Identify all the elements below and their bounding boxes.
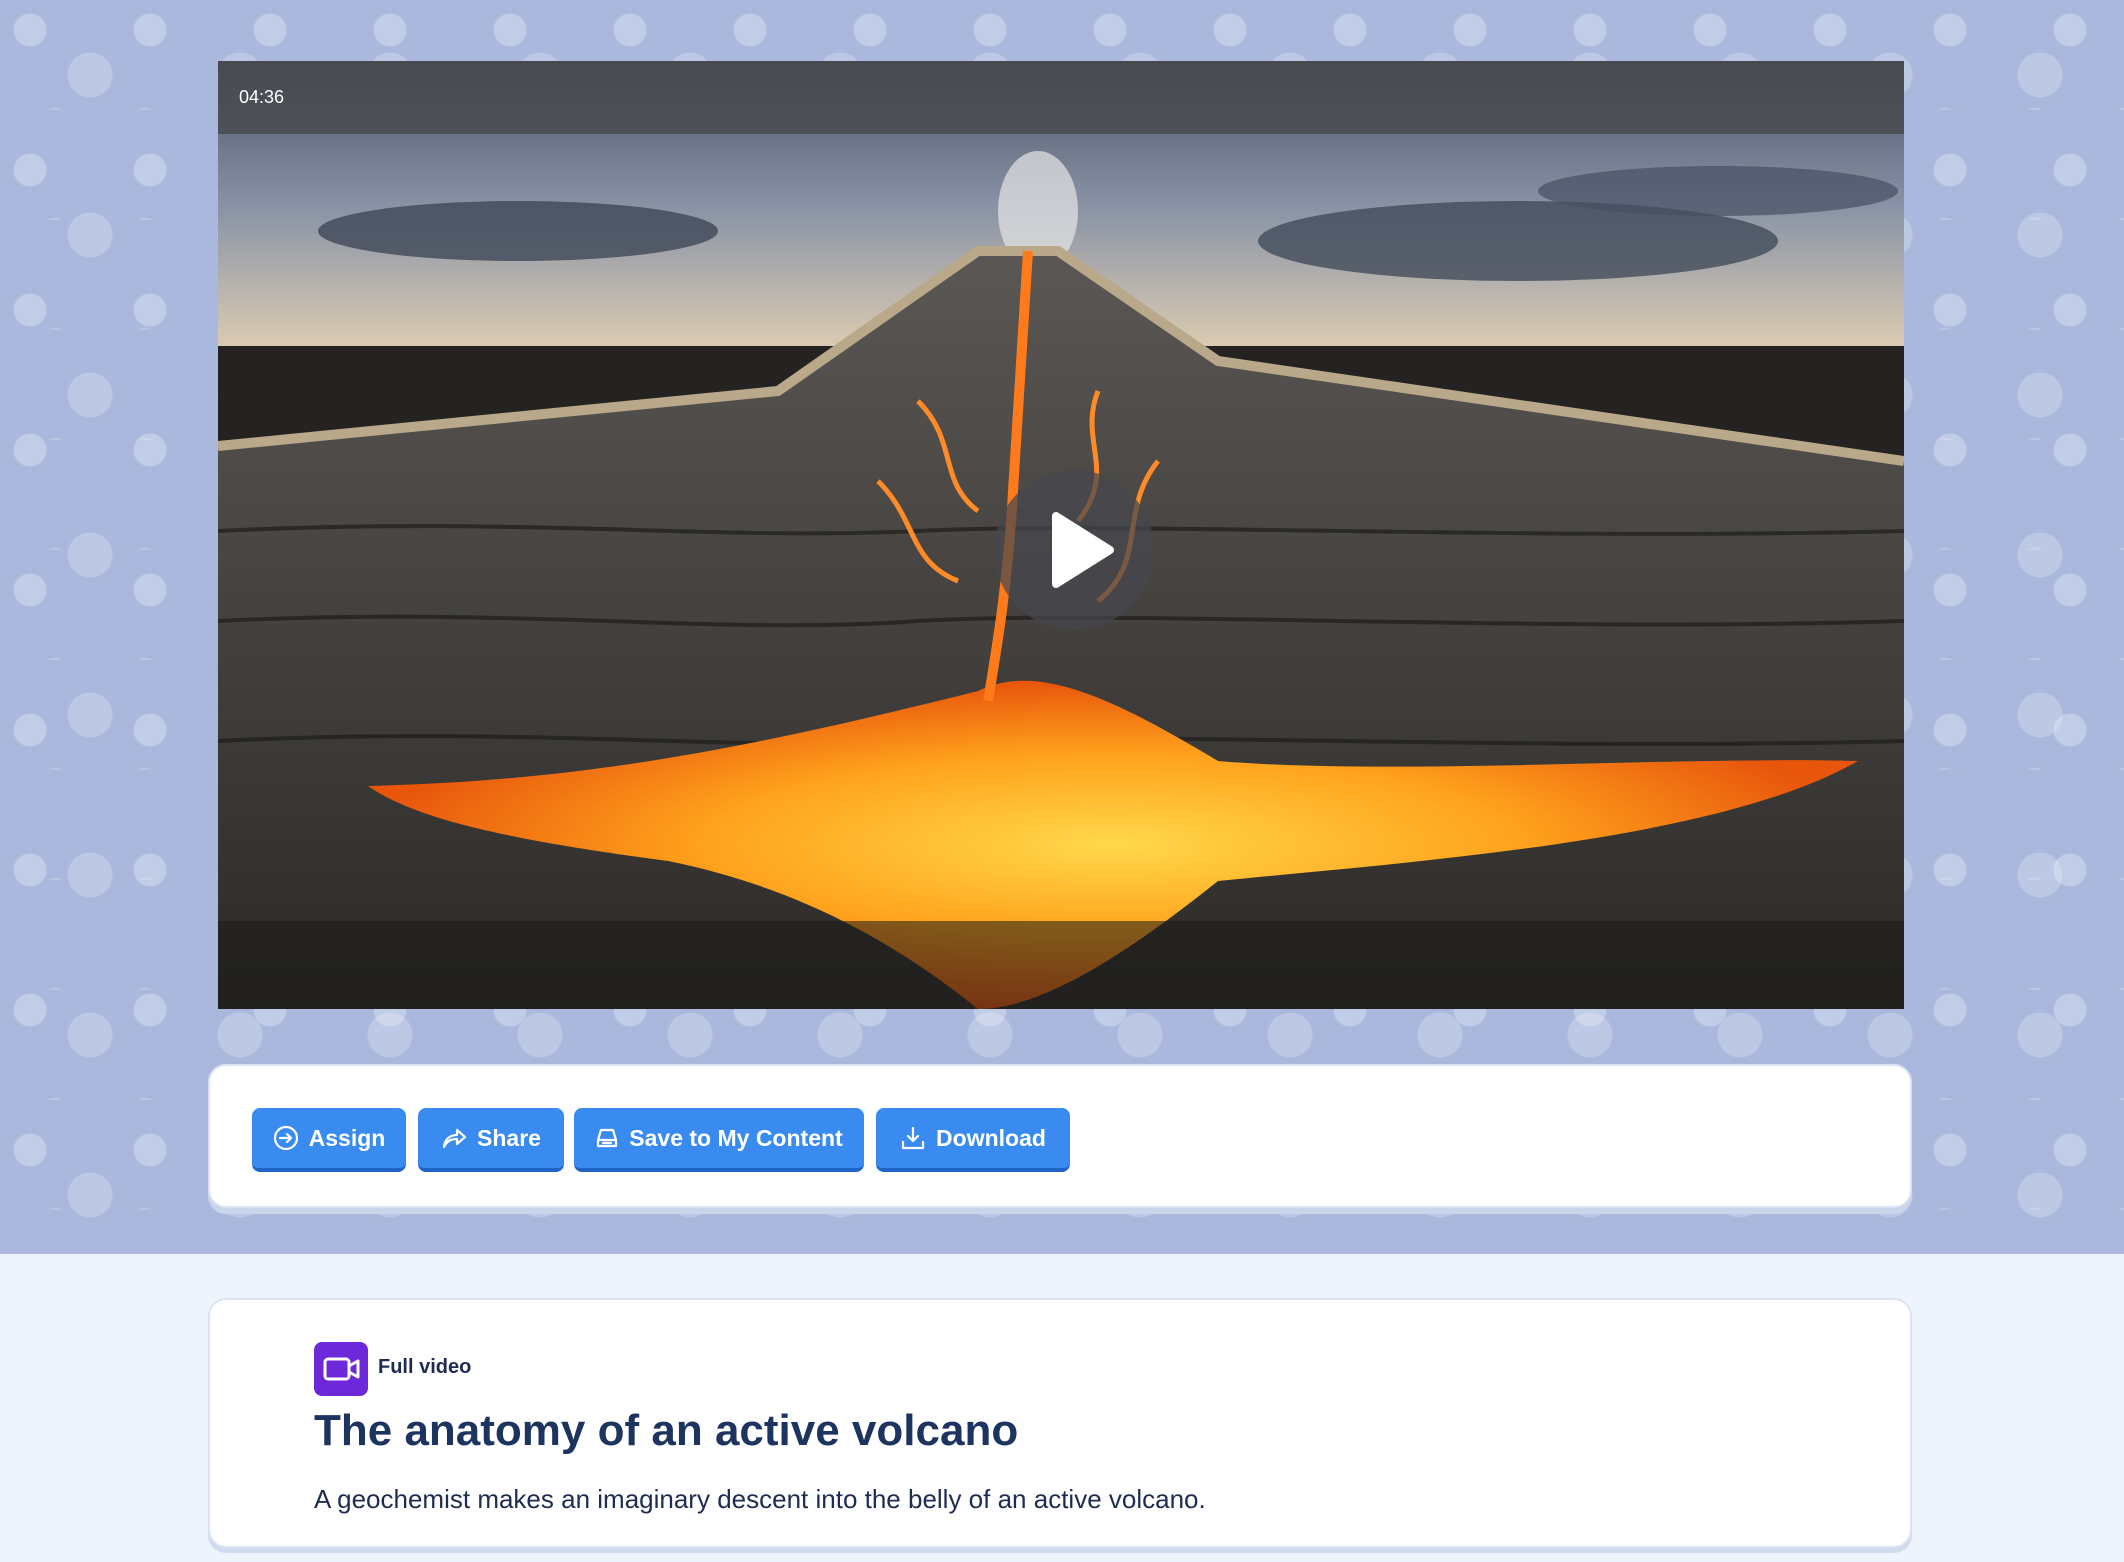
share-arrow-icon — [442, 1128, 467, 1149]
video-duration: 04:36 — [239, 87, 285, 107]
download-icon — [901, 1126, 925, 1150]
video-camera-icon — [323, 1357, 360, 1381]
video-type-badge — [314, 1342, 368, 1396]
video-info-card: Full video The anatomy of an active volc… — [208, 1298, 1912, 1548]
play-button[interactable] — [994, 470, 1154, 630]
video-type-label: Full video — [378, 1356, 472, 1378]
action-bar: Assign Share Save to My Content Download — [208, 1064, 1912, 1208]
assign-button-label: Assign — [308, 1124, 386, 1151]
assign-button[interactable]: Assign — [252, 1108, 406, 1172]
share-button-label: Share — [477, 1124, 541, 1151]
save-button-label: Save to My Content — [629, 1124, 843, 1151]
download-button[interactable]: Download — [876, 1108, 1070, 1172]
save-to-my-content-button[interactable]: Save to My Content — [574, 1108, 864, 1172]
video-description: A geochemist makes an imaginary descent … — [314, 1484, 1206, 1514]
video-title: The anatomy of an active volcano — [314, 1406, 1019, 1455]
share-button[interactable]: Share — [418, 1108, 564, 1172]
video-top-bar: 04:36 — [218, 61, 1904, 134]
assign-arrow-circle-icon — [273, 1125, 298, 1151]
video-player[interactable]: 04:36 — [218, 61, 1904, 1009]
save-tray-icon — [597, 1128, 618, 1148]
download-button-label: Download — [936, 1124, 1046, 1151]
play-icon — [1052, 512, 1114, 588]
